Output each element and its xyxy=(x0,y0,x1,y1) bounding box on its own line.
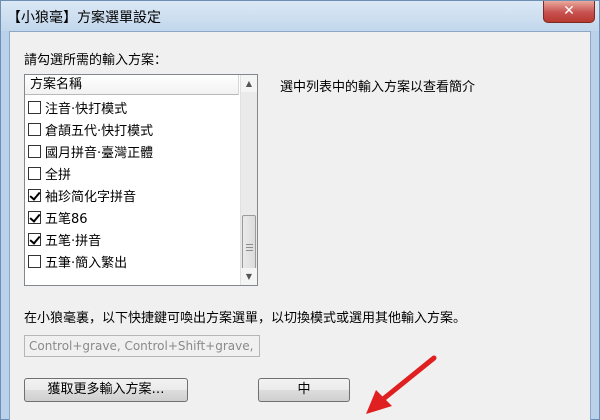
list-item[interactable]: 國月拼音·臺灣正體 xyxy=(25,140,241,162)
red-arrow-annotation-icon xyxy=(366,355,437,414)
list-item[interactable]: 倉頡五代·快打模式 xyxy=(25,118,241,140)
scheme-label: 倉頡五代·快打模式 xyxy=(45,123,154,139)
scheme-checkbox[interactable] xyxy=(28,166,41,180)
scheme-checkbox[interactable] xyxy=(28,254,41,268)
grip-line xyxy=(246,250,253,251)
ok-button[interactable]: 中 xyxy=(258,378,350,402)
hotkeys-field[interactable]: Control+grave, Control+Shift+grave, xyxy=(24,335,260,357)
scheme-label: 注音·快打模式 xyxy=(45,101,128,117)
hotkey-hint: 在小狼毫裏，以下快捷鍵可喚出方案選單，以切換模式或選用其他輸入方案。 xyxy=(24,311,467,326)
scheme-description: 選中列表中的輸入方案以查看簡介 xyxy=(280,80,476,95)
dialog-body: 請勾選所需的輸入方案： 方案名稱 注音·快打模式 倉頡五代·快打模式 國月拼音·… xyxy=(9,31,591,420)
column-header-scheme-name[interactable]: 方案名稱 xyxy=(25,75,239,95)
grip-line xyxy=(246,244,253,245)
get-more-schemes-button[interactable]: 獲取更多輸入方案… xyxy=(24,378,188,402)
scheme-checkbox[interactable] xyxy=(28,232,41,246)
dialog-window: 【小狼毫】方案選單設定 ✕ 請勾選所需的輸入方案： 方案名稱 注音·快打模式 倉… xyxy=(0,0,600,420)
list-item[interactable]: 五笔·拼音 xyxy=(25,228,241,250)
scheme-list-items: 注音·快打模式 倉頡五代·快打模式 國月拼音·臺灣正體 全拼 袖珍简化字拼音 五… xyxy=(25,96,241,272)
scheme-label: 五笔·拼音 xyxy=(45,233,102,249)
scheme-list[interactable]: 方案名稱 注音·快打模式 倉頡五代·快打模式 國月拼音·臺灣正體 全拼 袖珍简化… xyxy=(24,74,258,286)
scheme-label: 全拼 xyxy=(45,167,72,183)
list-item[interactable]: 五筆·簡入繁出 xyxy=(25,250,241,272)
window-title: 【小狼毫】方案選單設定 xyxy=(7,10,161,26)
list-item[interactable]: 注音·快打模式 xyxy=(25,96,241,118)
scheme-label: 袖珍简化字拼音 xyxy=(45,189,137,205)
scheme-label: 五笔86 xyxy=(45,211,88,227)
arrow-shaft xyxy=(379,355,437,403)
scheme-label: 五筆·簡入繁出 xyxy=(45,255,128,271)
scheme-checkbox[interactable] xyxy=(28,100,41,114)
list-scrollbar[interactable]: ▲ ▼ xyxy=(240,75,257,285)
scheme-checkbox[interactable] xyxy=(28,144,41,158)
scheme-checkbox[interactable] xyxy=(28,210,41,224)
scheme-label: 國月拼音·臺灣正體 xyxy=(45,145,154,161)
scheme-checkbox[interactable] xyxy=(28,188,41,202)
grip-line xyxy=(246,247,253,248)
close-button[interactable]: ✕ xyxy=(543,1,595,23)
list-item[interactable]: 五笔86 xyxy=(25,206,241,228)
title-bar[interactable]: 【小狼毫】方案選單設定 ✕ xyxy=(1,1,599,31)
list-item[interactable]: 全拼 xyxy=(25,162,241,184)
list-item[interactable]: 袖珍简化字拼音 xyxy=(25,184,241,206)
scheme-checkbox[interactable] xyxy=(28,122,41,136)
scroll-up-arrow-icon[interactable]: ▲ xyxy=(241,75,257,92)
instruction-label: 請勾選所需的輸入方案： xyxy=(24,53,168,68)
scroll-down-arrow-icon[interactable]: ▼ xyxy=(241,268,257,285)
